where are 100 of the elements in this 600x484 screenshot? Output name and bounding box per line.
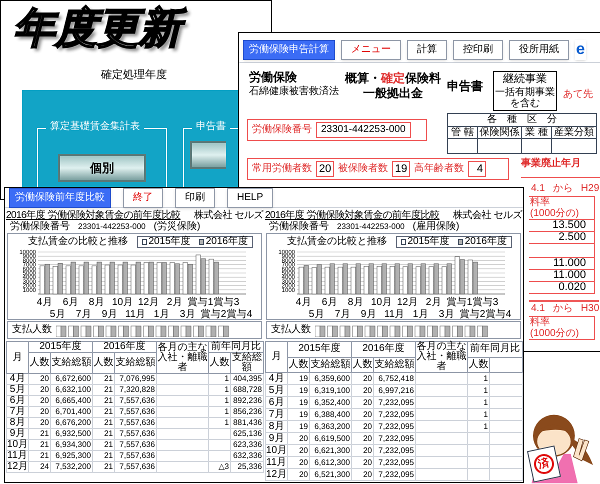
table-cell: 7,532,200 [50, 462, 92, 472]
legend-label: 2015年度 [408, 236, 450, 246]
toolbar-button[interactable]: 印刷 [175, 188, 215, 208]
x-tick-label: 11月 [125, 309, 146, 319]
column-header: 人数 [92, 352, 114, 374]
x-tick-label: 賞与1 [446, 297, 472, 308]
table-cell: 19 [288, 372, 310, 384]
legend-label: 2016年度 [206, 236, 248, 246]
toolbar-button[interactable]: メニュー [341, 40, 401, 60]
section-label: 確定処理年度 [101, 68, 167, 83]
business-note: 一括有期事業を含む [495, 86, 555, 109]
table-cell: 1 [208, 406, 230, 418]
legend-label: 2015年度 [148, 236, 191, 246]
column-header: 人数 [288, 357, 310, 372]
column-header: 月 [6, 342, 28, 374]
table-cell: 20 [352, 372, 374, 384]
table-cell: 7月 [266, 408, 288, 420]
title-tab[interactable]: 労働保険前年度比較 [9, 188, 111, 208]
table-cell: 6,612,300 [310, 456, 352, 468]
column-header: 前年同月比 [468, 342, 522, 357]
toolbar-button[interactable]: 役所用紙 [509, 40, 569, 60]
number-label: 労働保険番号 [269, 222, 329, 232]
toolbar-button[interactable]: HELP [227, 188, 274, 208]
form-label: 労働保険 [249, 71, 298, 83]
table-cell: 21 [28, 428, 50, 440]
table-cell: △3 [208, 462, 230, 472]
number-field: 23301-442253-000 [316, 122, 411, 138]
toolbar-button[interactable]: 計算 [407, 40, 447, 60]
date-from: 4.1 [531, 302, 545, 316]
category-column: 産業分類 [552, 126, 596, 139]
x-tick-label: 8月 [88, 297, 104, 308]
table-cell: 1 [208, 374, 230, 384]
table-cell: 20 [28, 406, 50, 418]
table-cell: 1 [468, 396, 490, 408]
x-tick-label: 4月 [296, 297, 312, 308]
x-tick-label: 5月 [50, 309, 66, 319]
field-label: 被保険者数 [338, 162, 388, 176]
chart-title: 支払賃金の比較と推移 [28, 236, 128, 246]
column-header: 支給総額 [230, 352, 264, 374]
toolbar-button[interactable]: 終了 [123, 188, 163, 208]
form-heading: 一般拠出金 [363, 86, 423, 101]
table-cell: 7,557,636 [114, 418, 156, 428]
table-cell: 19 [288, 396, 310, 408]
table-cell: 12月 [6, 462, 28, 472]
table-cell: 12月 [266, 468, 288, 480]
x-tick-label: 賞与2 [460, 309, 486, 319]
column-header: 支給総額 [374, 357, 416, 372]
table-cell: 6月 [6, 396, 28, 406]
x-tick-label: 10月 [370, 297, 392, 308]
table-cell: 21 [92, 384, 114, 396]
rate-value: 13.500 [552, 220, 586, 231]
category-column: 保険関係 [478, 126, 521, 139]
company-name: 株式会社 セルズ [194, 211, 263, 221]
count-field: 20 [316, 160, 334, 177]
column-header: 人数 [208, 352, 230, 374]
table-cell [490, 456, 522, 468]
table-cell: 20 [352, 396, 374, 408]
table-cell: 881,436 [230, 418, 264, 428]
table-cell: 20 [288, 444, 310, 456]
group-label: 申告書 [192, 122, 230, 132]
table-cell: 1 [468, 408, 490, 420]
rate-unit: (1000分の) [530, 328, 580, 339]
individual-button[interactable]: 個別 [58, 154, 146, 182]
table-cell: 20 [352, 420, 374, 432]
field-label: 労働保険番号 [252, 122, 312, 138]
x-tick-label: 1月 [154, 309, 170, 319]
x-tick-label: 6月 [322, 297, 338, 308]
table-cell: 6,363,200 [310, 420, 352, 432]
insurance-type: (雇用保険) [412, 222, 460, 232]
table-cell: 25,336 [230, 462, 264, 472]
table-cell [490, 444, 522, 456]
table-cell: 20 [28, 418, 50, 428]
column-header: 2015年度 [288, 342, 352, 357]
logo-link[interactable]: e [575, 40, 586, 60]
date-to: H30 [580, 302, 600, 316]
table-cell: 7,557,636 [114, 428, 156, 440]
table-cell: 20 [352, 468, 374, 480]
title-tab[interactable]: 労働保険申告計算 [243, 40, 335, 60]
toolbar-button[interactable]: 控印刷 [453, 40, 503, 60]
rate-value: 2.500 [558, 232, 586, 243]
date-to: H29 [580, 182, 600, 196]
table-cell: 623,336 [230, 440, 264, 450]
table-cell [490, 432, 522, 444]
category-column: 管 轄 [448, 126, 477, 139]
table-cell: 7,232,095 [374, 444, 416, 456]
column-header: 支給総額 [310, 357, 352, 372]
x-tick-label: 賞与4 [226, 309, 252, 319]
legend-label: 2016年度 [464, 236, 507, 246]
form-button[interactable] [190, 140, 226, 168]
x-tick-label: 12月 [396, 297, 418, 308]
table-cell: 9月 [6, 428, 28, 440]
report-title: 2016年度 労働保険対象賃金の前年度比較 [6, 211, 181, 221]
table-cell: 632,336 [230, 450, 264, 462]
table-cell: 6,319,100 [310, 384, 352, 396]
table-cell: 21 [92, 406, 114, 418]
table-cell: 6,388,400 [310, 408, 352, 420]
field-label: 常用労働者数 [252, 162, 312, 176]
table-cell: 7月 [6, 406, 28, 418]
table-cell: 7,557,636 [114, 450, 156, 462]
date-word: から [552, 302, 573, 316]
